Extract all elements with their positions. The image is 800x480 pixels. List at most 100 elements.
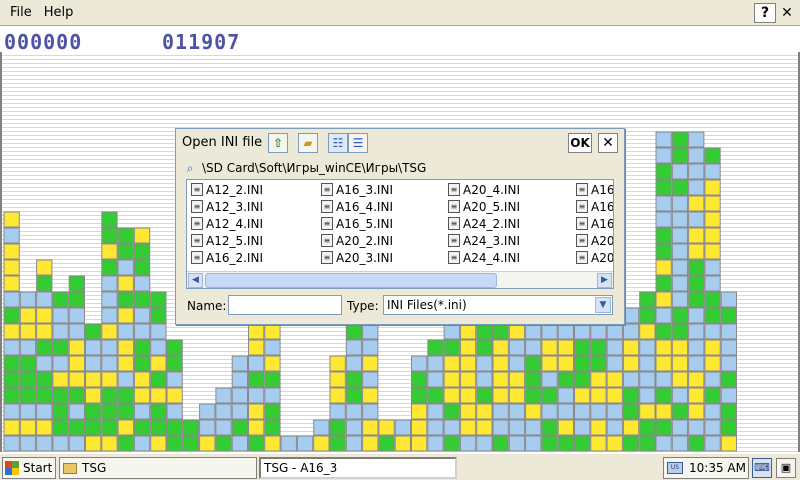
block-cell[interactable] (525, 323, 542, 340)
block-cell[interactable] (655, 163, 672, 180)
name-input[interactable] (228, 295, 342, 315)
block-cell[interactable] (19, 307, 37, 324)
block-cell[interactable] (720, 355, 738, 372)
block-cell[interactable] (248, 419, 265, 436)
block-cell[interactable] (199, 435, 216, 452)
file-list-item[interactable]: ≡ A20_3.INI (321, 249, 393, 266)
file-list-item[interactable]: ≡ A12_4.INI (191, 215, 263, 232)
block-cell[interactable] (166, 387, 183, 404)
block-cell[interactable] (68, 275, 85, 292)
block-cell[interactable] (655, 131, 672, 148)
block-cell[interactable] (362, 323, 379, 340)
block-cell[interactable] (3, 371, 20, 388)
file-list-item[interactable]: ≡ A12_3.INI (191, 198, 263, 215)
block-cell[interactable] (52, 419, 69, 436)
block-cell[interactable] (101, 387, 118, 404)
block-cell[interactable] (671, 195, 689, 212)
block-cell[interactable] (19, 355, 37, 372)
block-cell[interactable] (655, 323, 672, 340)
block-cell[interactable] (525, 419, 542, 436)
block-cell[interactable] (329, 371, 346, 388)
block-cell[interactable] (394, 419, 412, 436)
block-cell[interactable] (345, 419, 363, 436)
block-cell[interactable] (508, 339, 526, 356)
block-cell[interactable] (3, 435, 20, 452)
block-cell[interactable] (68, 323, 85, 340)
block-cell[interactable] (508, 419, 526, 436)
block-cell[interactable] (590, 387, 607, 404)
block-cell[interactable] (231, 387, 248, 404)
block-cell[interactable] (36, 435, 53, 452)
block-cell[interactable] (231, 403, 248, 420)
block-cell[interactable] (36, 339, 53, 356)
block-cell[interactable] (492, 419, 509, 436)
block-cell[interactable] (671, 355, 689, 372)
block-cell[interactable] (133, 355, 151, 372)
block-cell[interactable] (36, 419, 53, 436)
block-cell[interactable] (606, 387, 623, 404)
block-cell[interactable] (671, 307, 689, 324)
block-cell[interactable] (541, 355, 558, 372)
block-cell[interactable] (362, 387, 379, 404)
block-cell[interactable] (166, 435, 183, 452)
file-list-item[interactable]: ≡ A16_4.INI (321, 198, 393, 215)
block-cell[interactable] (264, 403, 281, 420)
block-cell[interactable] (150, 307, 167, 324)
block-cell[interactable] (655, 211, 672, 228)
block-cell[interactable] (52, 371, 69, 388)
block-cell[interactable] (378, 435, 395, 452)
block-cell[interactable] (3, 291, 20, 308)
block-cell[interactable] (150, 419, 167, 436)
block-cell[interactable] (655, 195, 672, 212)
block-cell[interactable] (476, 339, 493, 356)
file-list-item[interactable]: ≡ A16_2.INI (191, 249, 263, 266)
block-cell[interactable] (720, 323, 738, 340)
block-cell[interactable] (117, 339, 134, 356)
block-cell[interactable] (117, 275, 134, 292)
block-cell[interactable] (688, 179, 705, 196)
block-cell[interactable] (720, 403, 738, 420)
block-cell[interactable] (671, 227, 689, 244)
block-cell[interactable] (443, 355, 460, 372)
block-cell[interactable] (378, 419, 395, 436)
block-cell[interactable] (671, 275, 689, 292)
block-cell[interactable] (704, 259, 721, 276)
scroll-right-icon[interactable]: ▶ (597, 273, 612, 288)
block-cell[interactable] (688, 131, 705, 148)
block-cell[interactable] (557, 403, 575, 420)
file-list-item[interactable]: ≡ A24_3.INI (448, 232, 520, 249)
block-cell[interactable] (655, 307, 672, 324)
block-cell[interactable] (655, 435, 672, 452)
block-cell[interactable] (443, 403, 460, 420)
block-cell[interactable] (671, 419, 689, 436)
block-cell[interactable] (720, 307, 738, 324)
block-cell[interactable] (329, 419, 346, 436)
block-cell[interactable] (36, 371, 53, 388)
block-cell[interactable] (671, 339, 689, 356)
block-cell[interactable] (476, 387, 493, 404)
block-cell[interactable] (492, 403, 509, 420)
block-cell[interactable] (133, 259, 151, 276)
block-cell[interactable] (19, 419, 37, 436)
block-cell[interactable] (459, 355, 477, 372)
chevron-down-icon[interactable]: ▼ (595, 297, 611, 313)
block-cell[interactable] (671, 179, 689, 196)
block-cell[interactable] (671, 291, 689, 308)
block-cell[interactable] (476, 371, 493, 388)
block-cell[interactable] (508, 435, 526, 452)
block-cell[interactable] (182, 435, 200, 452)
block-cell[interactable] (443, 387, 460, 404)
block-cell[interactable] (688, 195, 705, 212)
block-cell[interactable] (150, 355, 167, 372)
block-cell[interactable] (574, 387, 591, 404)
block-cell[interactable] (36, 291, 53, 308)
block-cell[interactable] (101, 419, 118, 436)
block-cell[interactable] (508, 387, 526, 404)
menu-file[interactable]: File (4, 5, 38, 20)
block-cell[interactable] (655, 355, 672, 372)
block-cell[interactable] (459, 387, 477, 404)
block-cell[interactable] (671, 211, 689, 228)
block-cell[interactable] (101, 227, 118, 244)
block-cell[interactable] (101, 355, 118, 372)
block-cell[interactable] (655, 419, 672, 436)
